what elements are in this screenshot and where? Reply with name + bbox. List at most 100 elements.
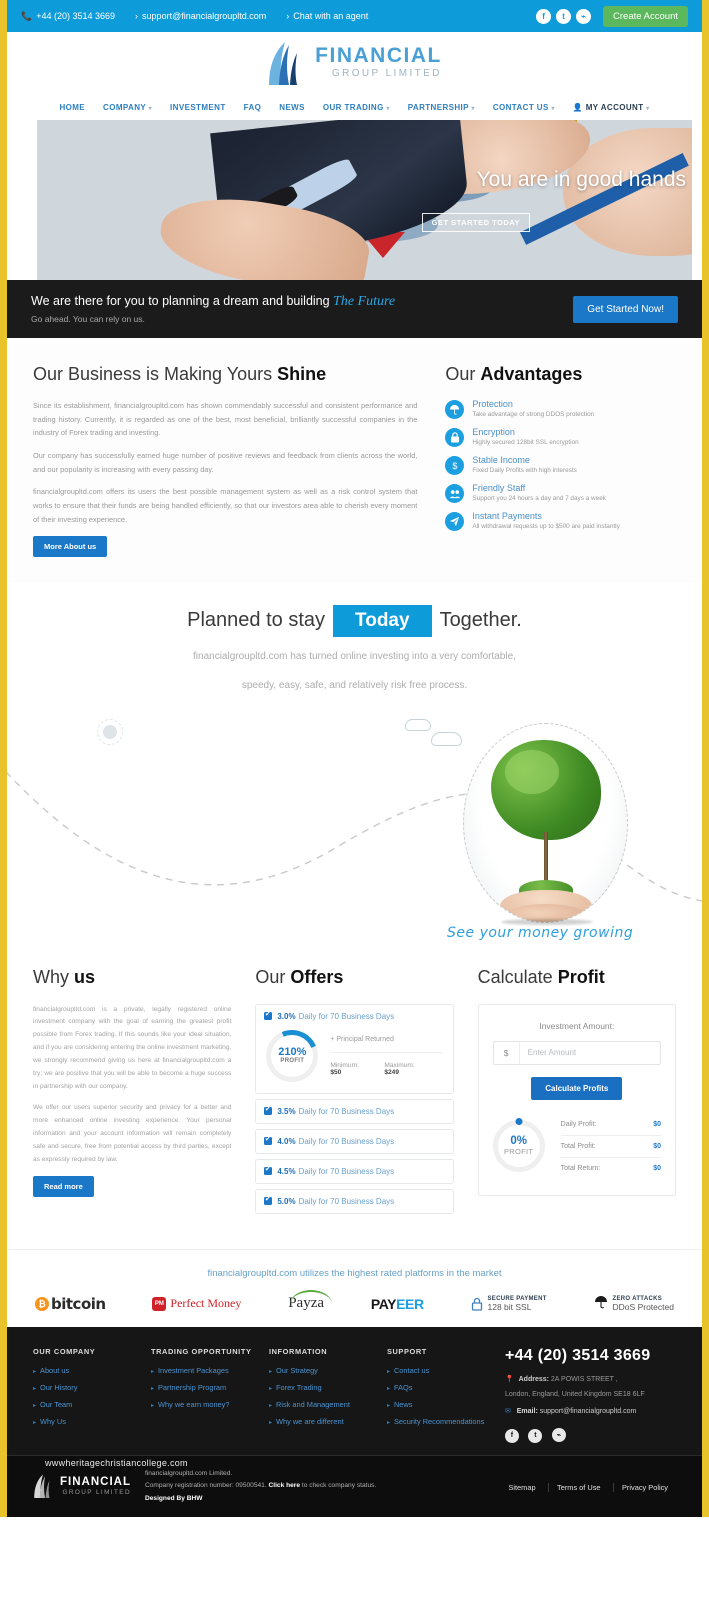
footer-column-title: OUR COMPANY — [33, 1346, 96, 1356]
calculator-profit-label: PROFIT — [504, 1147, 534, 1157]
umbrella-icon — [445, 400, 465, 419]
nav-item-contact-us[interactable]: CONTACT US ▾ — [493, 103, 555, 112]
rss-icon[interactable]: ⌁ — [551, 1428, 566, 1442]
nav-label: COMPANY — [103, 102, 146, 112]
offer-rate: 5.0% — [277, 1196, 296, 1206]
site-logo[interactable]: FINANCIAL GROUP LIMITED — [267, 41, 442, 85]
cloud-icon — [431, 731, 462, 746]
footer-link-why-we-earn-money[interactable]: Why we earn money? — [151, 1400, 269, 1409]
checkbox-icon[interactable] — [264, 1010, 273, 1020]
today-highlight: Today — [333, 604, 432, 637]
nav-item-news[interactable]: NEWS — [279, 103, 305, 112]
investment-amount-field[interactable]: $ — [492, 1040, 661, 1065]
footer-link-partnership-program[interactable]: Partnership Program — [151, 1383, 269, 1392]
offer-header[interactable]: 3.0% Daily for 70 Business Days — [256, 1005, 452, 1028]
footer-link-forex-trading[interactable]: Forex Trading — [269, 1383, 387, 1392]
perfect-money-logo: PM Perfect Money — [152, 1296, 241, 1311]
sitemap-link[interactable]: Sitemap — [500, 1483, 543, 1492]
checkbox-icon[interactable] — [264, 1135, 273, 1145]
site-footer: OUR COMPANY About us Our History Our Tea… — [7, 1326, 702, 1455]
footer-email[interactable]: ✉ Email: support@financialgroupltd.com — [505, 1407, 676, 1415]
facebook-icon[interactable]: f — [504, 1428, 519, 1443]
three-column-section: Why us financialgroupltd.com is a privat… — [7, 957, 702, 1249]
offer-profit-label: PROFIT — [280, 1058, 305, 1064]
offer-featured[interactable]: 3.0% Daily for 70 Business Days 210% PRO… — [255, 1003, 454, 1094]
calculate-button-wrap: Calculate Profits — [493, 1076, 661, 1100]
footer-logo[interactable]: FINANCIAL GROUP LIMITED — [33, 1474, 131, 1499]
checkbox-icon[interactable] — [264, 1195, 273, 1205]
users-icon — [445, 484, 465, 503]
calculator-title: Calculate Profit — [478, 967, 676, 988]
nav-item-investment[interactable]: INVESTMENT — [170, 103, 226, 112]
logo-mark-icon — [267, 41, 307, 85]
footer-link-risk-and-management[interactable]: Risk and Management — [269, 1400, 387, 1409]
footer-link-our-strategy[interactable]: Our Strategy — [269, 1366, 387, 1375]
footer-link-our-team[interactable]: Our Team — [33, 1400, 151, 1409]
footer-column-title: INFORMATION — [268, 1346, 328, 1356]
offer-row[interactable]: 4.0% Daily for 70 Business Days — [255, 1128, 454, 1154]
footer-link-why-we-are-different[interactable]: Why we are different — [269, 1417, 387, 1426]
footer-column-title: TRADING OPPORTUNITY — [150, 1346, 252, 1356]
advantage-item-protection: Protection Take advantage of strong DDOS… — [445, 399, 676, 419]
calculator-results: 0% PROFIT Daily Profit: $0 Total Profit:… — [492, 1114, 661, 1179]
calculate-profits-button[interactable]: Calculate Profits — [531, 1076, 623, 1100]
footer-link-investment-packages[interactable]: Investment Packages — [151, 1366, 269, 1375]
twitter-icon[interactable]: t — [528, 1428, 543, 1443]
about-paragraph: Our company has successfully earned huge… — [33, 451, 418, 474]
sun-icon — [97, 718, 123, 745]
footer-contact-column: +44 (20) 3514 3669 📍 Address: 2A POWIS S… — [504, 1347, 676, 1443]
facebook-icon[interactable]: f — [536, 8, 552, 24]
checkbox-icon[interactable] — [264, 1105, 273, 1115]
today-pre: Planned to stay — [187, 609, 326, 631]
offer-row[interactable]: 4.5% Daily for 70 Business Days — [255, 1158, 454, 1184]
result-label: Total Return: — [560, 1164, 601, 1172]
offer-row[interactable]: 3.5% Daily for 70 Business Days — [255, 1098, 454, 1124]
twitter-icon[interactable]: t — [556, 8, 572, 24]
privacy-policy-link[interactable]: Privacy Policy — [613, 1483, 676, 1493]
hero-get-started-button[interactable]: GET STARTED TODAY — [421, 213, 530, 232]
more-about-us-button[interactable]: More About us — [33, 535, 108, 557]
advantage-text: Protection Take advantage of strong DDOS… — [472, 399, 594, 418]
nav-label: HOME — [59, 102, 86, 112]
footer-link-contact-us[interactable]: Contact us — [387, 1366, 505, 1375]
nav-item-my-account[interactable]: 👤 MY ACCOUNT ▾ — [573, 103, 650, 112]
read-more-button[interactable]: Read more — [33, 1175, 94, 1197]
topbar-phone[interactable]: 📞 +44 (20) 3514 3669 — [21, 11, 115, 21]
terms-of-use-link[interactable]: Terms of Use — [548, 1483, 609, 1493]
click-here-link[interactable]: Click here — [269, 1482, 301, 1489]
footer-column-information: INFORMATION Our Strategy Forex Trading R… — [269, 1347, 387, 1443]
zero-attacks-text: ZERO ATTACKS DDoS Protected — [613, 1296, 674, 1312]
footer-phone[interactable]: +44 (20) 3514 3669 — [505, 1347, 676, 1365]
advantage-desc: Support you 24 hours a day and 7 days a … — [472, 494, 606, 502]
footer-link-why-us[interactable]: Why Us — [33, 1417, 151, 1426]
nav-item-our-trading[interactable]: OUR TRADING ▾ — [323, 103, 390, 112]
offer-profit-donut: 210% PROFIT — [266, 1029, 319, 1082]
perfect-money-icon: PM — [152, 1296, 167, 1311]
result-list: Daily Profit: $0 Total Profit: $0 Total … — [560, 1114, 661, 1179]
footer-link-news[interactable]: News — [387, 1400, 505, 1409]
user-icon: 👤 — [572, 102, 584, 112]
calc-title-plain: Calculate — [477, 966, 558, 987]
footer-link-about-us[interactable]: About us — [33, 1366, 151, 1375]
topbar-email[interactable]: › support@financialgroupltd.com — [135, 11, 266, 21]
cta-get-started-now-button[interactable]: Get Started Now! — [573, 295, 678, 323]
nav-item-faq[interactable]: FAQ — [244, 103, 262, 112]
offer-maximum: Maximum: $249 — [384, 1062, 430, 1076]
amount-input[interactable] — [519, 1048, 660, 1057]
payza-logo: Payza — [288, 1290, 332, 1312]
nav-item-partnership[interactable]: PARTNERSHIP ▾ — [408, 103, 475, 112]
footer-link-security-recommendations[interactable]: Security Recommendations — [387, 1417, 505, 1426]
create-account-button[interactable]: Create Account — [603, 5, 688, 27]
rss-icon[interactable]: ⌁ — [576, 8, 592, 24]
nav-item-home[interactable]: HOME — [59, 103, 85, 112]
checkbox-icon[interactable] — [264, 1165, 273, 1175]
footer-link-faqs[interactable]: FAQs — [387, 1383, 505, 1392]
offer-row[interactable]: 5.0% Daily for 70 Business Days — [255, 1188, 454, 1214]
chevron-down-icon: ▾ — [386, 105, 390, 112]
topbar-chat[interactable]: › Chat with an agent — [286, 11, 368, 21]
calculator-profit-donut: 0% PROFIT — [492, 1117, 545, 1172]
bottom-links: Sitemap Terms of Use Privacy Policy — [500, 1477, 676, 1495]
nav-item-company[interactable]: COMPANY ▾ — [103, 103, 152, 112]
footer-link-our-history[interactable]: Our History — [33, 1383, 151, 1392]
zero-attacks-sub: DDoS Protected — [612, 1301, 674, 1312]
